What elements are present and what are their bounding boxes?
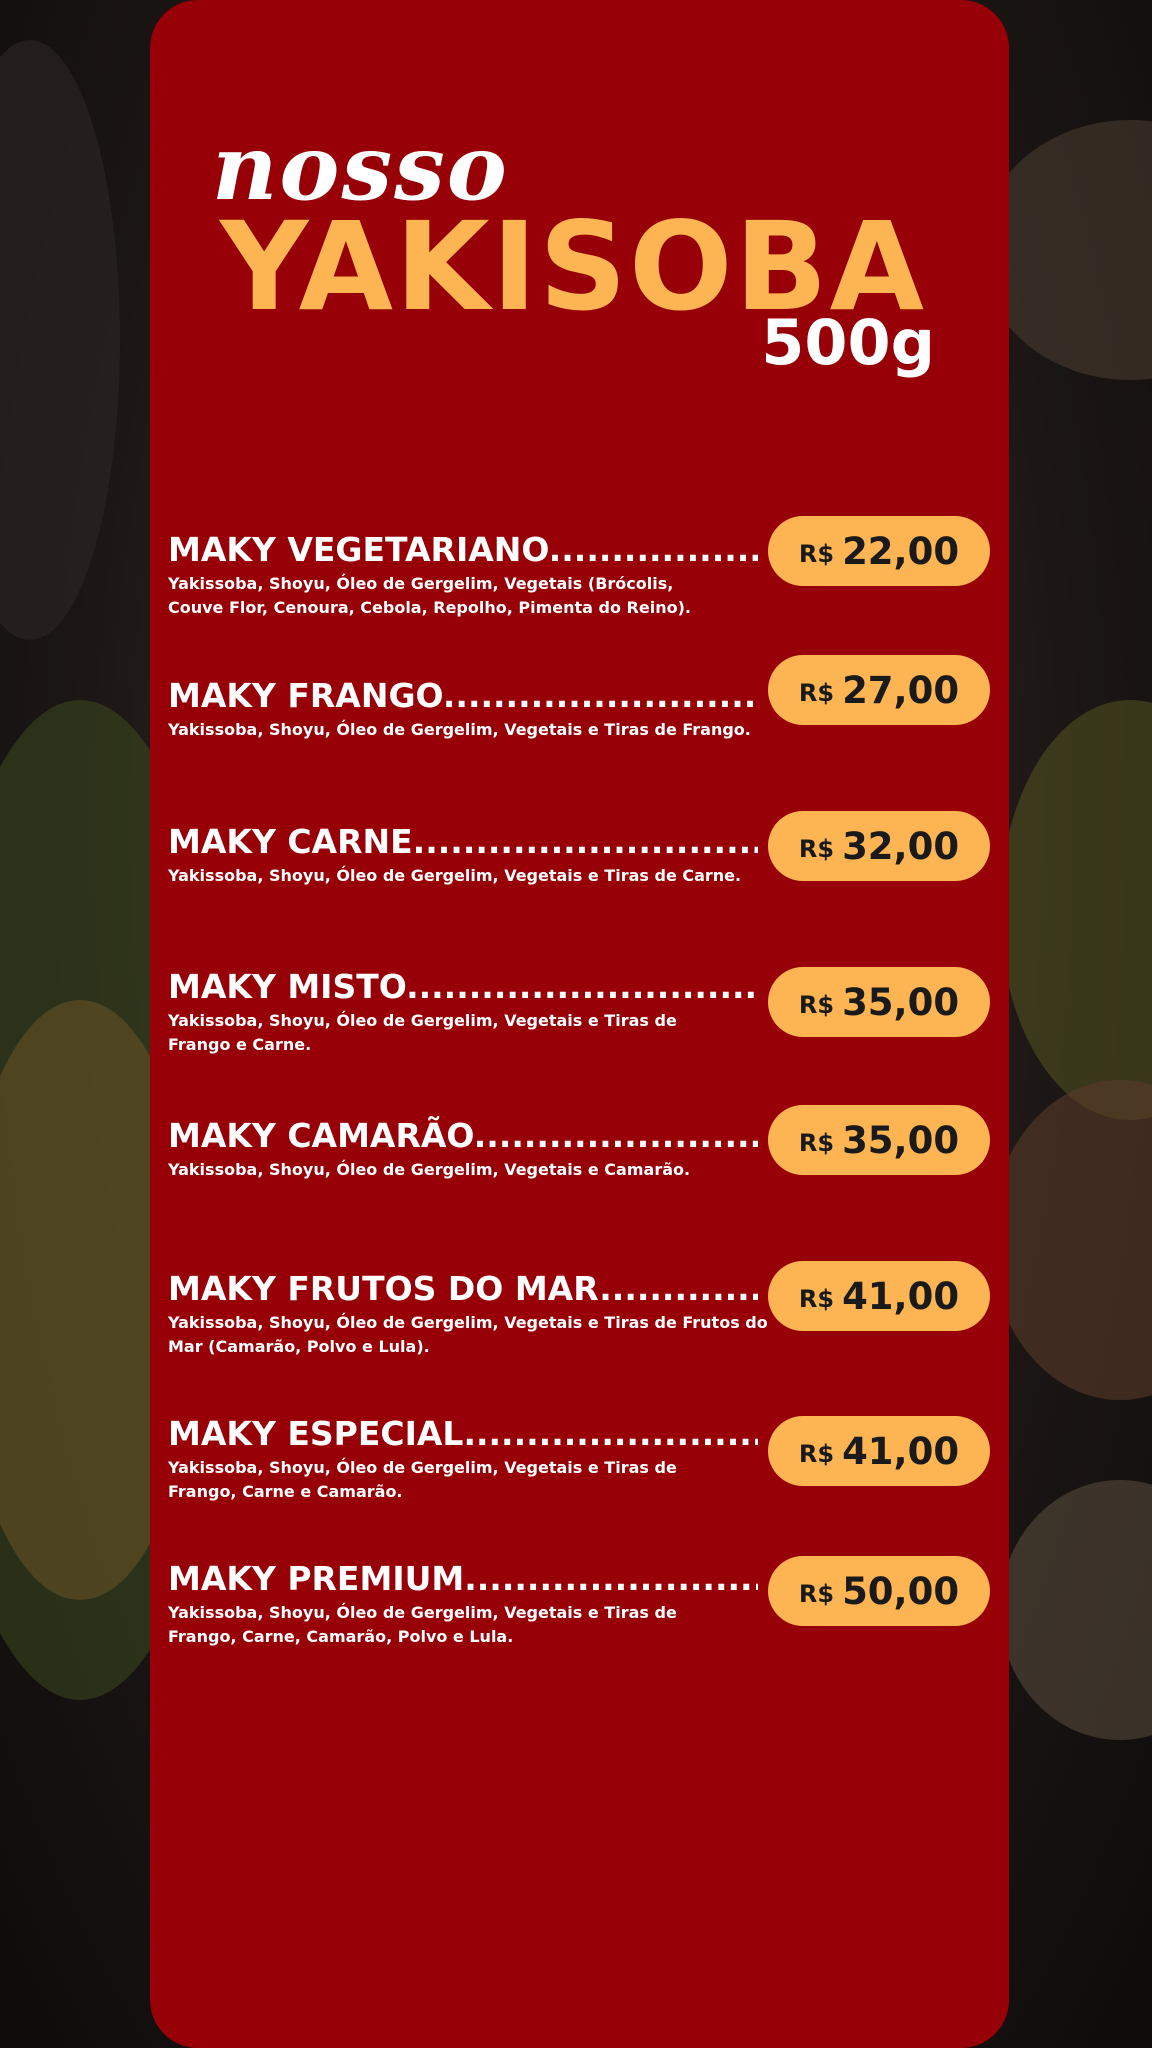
currency-symbol: R$: [798, 991, 835, 1019]
menu-item-description: Yakissoba, Shoyu, Óleo de Gergelim, Vege…: [168, 1011, 677, 1054]
leader-dots: ........................................…: [442, 676, 758, 715]
menu-item-description: Yakissoba, Shoyu, Óleo de Gergelim, Vege…: [168, 720, 751, 739]
leader-dots: ........................................…: [464, 1559, 758, 1598]
menu-item-name: MAKY CARNE..............................…: [168, 822, 758, 862]
currency-symbol: R$: [798, 1440, 835, 1468]
price-value: 41,00: [842, 1429, 960, 1473]
price-value: 50,00: [842, 1569, 960, 1613]
price-value: 22,00: [842, 529, 960, 573]
price-badge: R$ 41,00: [768, 1261, 990, 1331]
price-badge: R$ 50,00: [768, 1556, 990, 1626]
portion-weight: 500g: [761, 306, 935, 379]
leader-dots: ........................................…: [548, 530, 758, 569]
price-badge: R$ 22,00: [768, 516, 990, 586]
menu-panel: nosso YAKISOBA 500g MAKY VEGETARIANO....…: [150, 0, 1009, 2048]
menu-item-description: Yakissoba, Shoyu, Óleo de Gergelim, Vege…: [168, 574, 691, 617]
price-value: 41,00: [842, 1274, 960, 1318]
price-badge: R$ 41,00: [768, 1416, 990, 1486]
menu-item-name: MAKY ESPECIAL...........................…: [168, 1414, 758, 1454]
currency-symbol: R$: [798, 1285, 835, 1313]
menu-item-name: MAKY MISTO..............................…: [168, 967, 758, 1007]
price-value: 32,00: [842, 824, 960, 868]
currency-symbol: R$: [798, 1129, 835, 1157]
price-value: 27,00: [842, 668, 960, 712]
menu-item-description: Yakissoba, Shoyu, Óleo de Gergelim, Vege…: [168, 1160, 691, 1179]
menu-item-description: Yakissoba, Shoyu, Óleo de Gergelim, Vege…: [168, 866, 742, 885]
price-value: 35,00: [842, 1118, 960, 1162]
leader-dots: ........................................…: [599, 1269, 758, 1308]
currency-symbol: R$: [798, 1580, 835, 1608]
menu-item-name: MAKY PREMIUM............................…: [168, 1559, 758, 1599]
leader-dots: ........................................…: [463, 1414, 758, 1453]
leader-dots: ........................................…: [412, 822, 758, 861]
menu-item-name: MAKY FRANGO.............................…: [168, 676, 758, 716]
currency-symbol: R$: [798, 835, 835, 863]
price-badge: R$ 35,00: [768, 967, 990, 1037]
menu-item-name: MAKY FRUTOS DO MAR......................…: [168, 1269, 758, 1309]
menu-item-description: Yakissoba, Shoyu, Óleo de Gergelim, Vege…: [168, 1458, 677, 1501]
menu-item-description: Yakissoba, Shoyu, Óleo de Gergelim, Vege…: [168, 1313, 768, 1356]
price-badge: R$ 32,00: [768, 811, 990, 881]
price-badge: R$ 35,00: [768, 1105, 990, 1175]
price-value: 35,00: [842, 980, 960, 1024]
currency-symbol: R$: [798, 540, 835, 568]
menu-item-name: MAKY CAMARÃO............................…: [168, 1116, 758, 1156]
currency-symbol: R$: [798, 679, 835, 707]
menu-item-name: MAKY VEGETARIANO........................…: [168, 530, 758, 570]
leader-dots: ........................................…: [406, 967, 758, 1006]
menu-item-description: Yakissoba, Shoyu, Óleo de Gergelim, Vege…: [168, 1603, 677, 1646]
price-badge: R$ 27,00: [768, 655, 990, 725]
leader-dots: ........................................…: [473, 1116, 758, 1155]
